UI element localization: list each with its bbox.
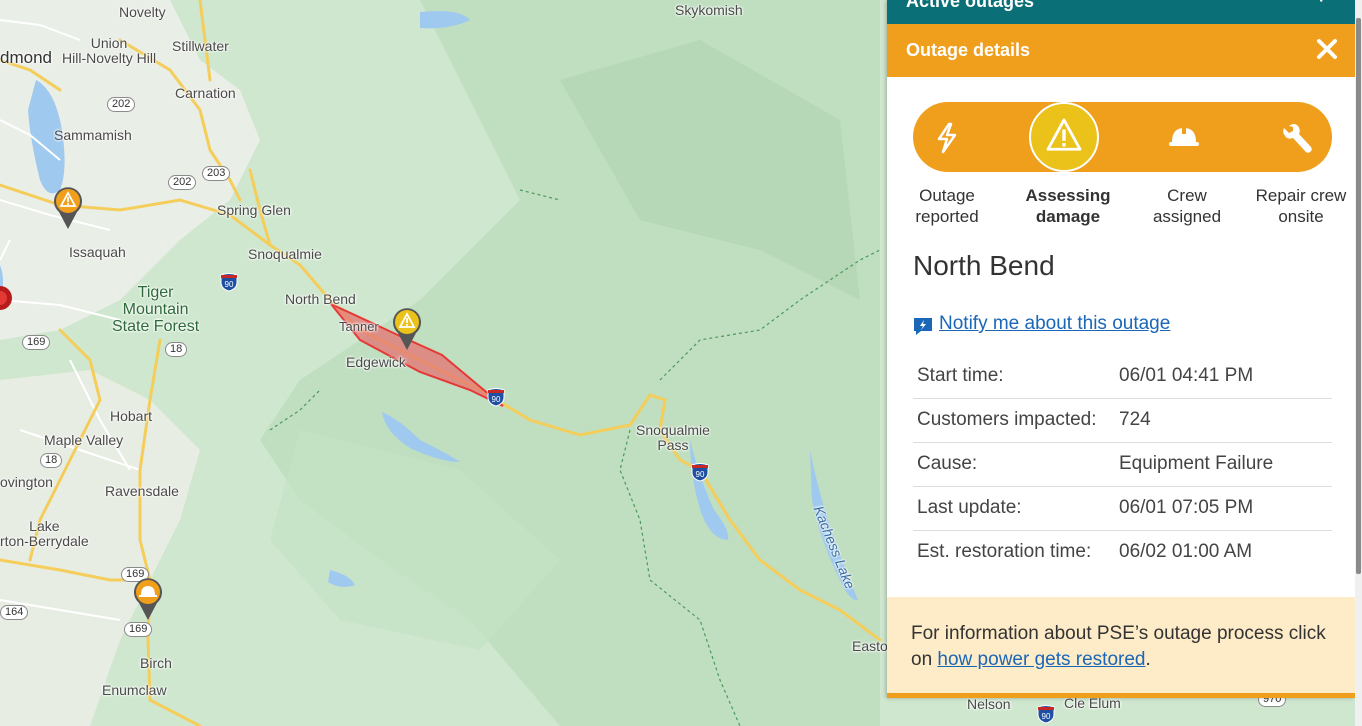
detail-label: Est. restoration time:	[917, 541, 1092, 563]
detail-label: Cause:	[913, 442, 1113, 487]
place-issaquah: Issaquah	[69, 244, 126, 260]
place-snoqualmie-pass: Snoqualmie Pass	[636, 422, 710, 453]
detail-row: Start time: 06/01 04:41 PM	[913, 354, 1332, 399]
place-nelson: Nelson	[967, 696, 1011, 712]
route-shield: 202	[107, 97, 136, 112]
place-cle-elum: Cle Elum	[1064, 695, 1121, 711]
restoration-info-box: For information about PSE’s outage proce…	[887, 597, 1355, 698]
route-shield: 169	[124, 622, 153, 637]
place-covington: ovington	[0, 474, 53, 490]
detail-value: 724	[1113, 398, 1332, 443]
place-ravensdale: Ravensdale	[105, 483, 179, 499]
how-power-gets-restored-link[interactable]: how power gets restored	[937, 649, 1145, 670]
interstate-shield: 90	[1037, 705, 1055, 724]
route-shield: 203	[202, 166, 231, 181]
route-shield: 18	[40, 453, 63, 468]
route-shield: 18	[165, 342, 188, 357]
step-label-crew-assigned: Crew assigned	[1152, 186, 1222, 226]
lightning-icon	[937, 122, 957, 154]
outage-details-title: Outage details	[906, 40, 1031, 60]
place-easton: Easto	[852, 638, 888, 654]
panel-scrollbar-thumb[interactable]	[1356, 18, 1361, 574]
detail-label: Last update:	[913, 486, 1113, 531]
outage-pin-crew[interactable]	[133, 577, 163, 621]
place-union-hill: Union Hill-Novelty Hill	[62, 35, 157, 66]
active-outages-header[interactable]: Active outages +	[887, 0, 1355, 24]
detail-label: Customers impacted:	[913, 398, 1113, 443]
close-icon[interactable]	[1315, 37, 1339, 61]
detail-row: Customers impacted: 724	[913, 398, 1332, 443]
outage-details-table: Start time: 06/01 04:41 PM Customers imp…	[913, 354, 1332, 574]
step-label-outage-reported: Outage reported	[915, 186, 979, 226]
svg-text:90: 90	[225, 280, 234, 289]
place-carnation: Carnation	[175, 85, 236, 101]
outage-area-title: North Bend	[913, 250, 1055, 281]
restoration-info-period: .	[1145, 649, 1151, 670]
place-tiger-mountain: Tiger Mountain State Forest	[112, 284, 200, 335]
place-stillwater: Stillwater	[172, 38, 229, 54]
outage-panel: Active outages + Outage details Outage r…	[887, 0, 1355, 698]
place-spring-glen: Spring Glen	[217, 202, 291, 218]
interstate-shield: 90	[487, 388, 505, 407]
route-shield: 164	[0, 605, 29, 620]
detail-label: Start time:	[913, 354, 1113, 399]
detail-value: Equipment Failure	[1113, 442, 1332, 487]
detail-value: 06/01 04:41 PM	[1113, 354, 1332, 399]
place-skykomish: Skykomish	[675, 2, 743, 18]
detail-row: Last update: 06/01 07:05 PM	[913, 486, 1332, 531]
wrench-icon	[1283, 124, 1312, 153]
hardhat-icon	[1169, 128, 1199, 146]
warning-icon	[1029, 102, 1099, 172]
detail-value: 06/01 07:05 PM	[1113, 486, 1332, 531]
place-snoqualmie: Snoqualmie	[248, 246, 322, 262]
place-north-bend: North Bend	[285, 291, 356, 307]
interstate-shield: 90	[220, 273, 238, 292]
place-lake-morton: Lake rton-Berrydale	[0, 518, 89, 549]
detail-row: Cause: Equipment Failure	[913, 442, 1332, 487]
svg-text:90: 90	[1042, 712, 1051, 721]
outage-progress-bar	[913, 102, 1332, 172]
place-maple-valley: Maple Valley	[44, 432, 124, 448]
outage-details-header: Outage details	[887, 24, 1355, 77]
route-shield: 169	[22, 335, 51, 350]
outage-pin-assessing[interactable]	[53, 186, 83, 230]
place-tanner: Tanner	[339, 319, 379, 334]
detail-row: Est. restoration time: 06/02 01:00 AM	[913, 530, 1332, 574]
outage-pin-assessing[interactable]	[392, 307, 422, 351]
active-outages-title: Active outages	[906, 0, 1035, 11]
place-novelty: Novelty	[119, 4, 166, 20]
step-label-repair-crew-onsite: Repair crew onsite	[1255, 186, 1347, 226]
place-sammamish: Sammamish	[54, 127, 132, 143]
detail-value: 06/02 01:00 AM	[1119, 541, 1253, 563]
interstate-shield: 90	[691, 463, 709, 482]
place-redmond: dmond	[0, 48, 52, 67]
route-shield: 202	[168, 175, 197, 190]
notify-icon[interactable]	[913, 316, 933, 336]
svg-text:90: 90	[696, 470, 705, 479]
step-label-assessing-damage: Assessing damage	[1025, 186, 1111, 226]
place-birch: Birch	[140, 655, 172, 671]
place-hobart: Hobart	[110, 408, 153, 424]
place-enumclaw: Enumclaw	[102, 682, 167, 698]
notify-me-link[interactable]: Notify me about this outage	[939, 313, 1170, 335]
svg-text:90: 90	[492, 395, 501, 404]
place-edgewick: Edgewick	[346, 354, 406, 370]
